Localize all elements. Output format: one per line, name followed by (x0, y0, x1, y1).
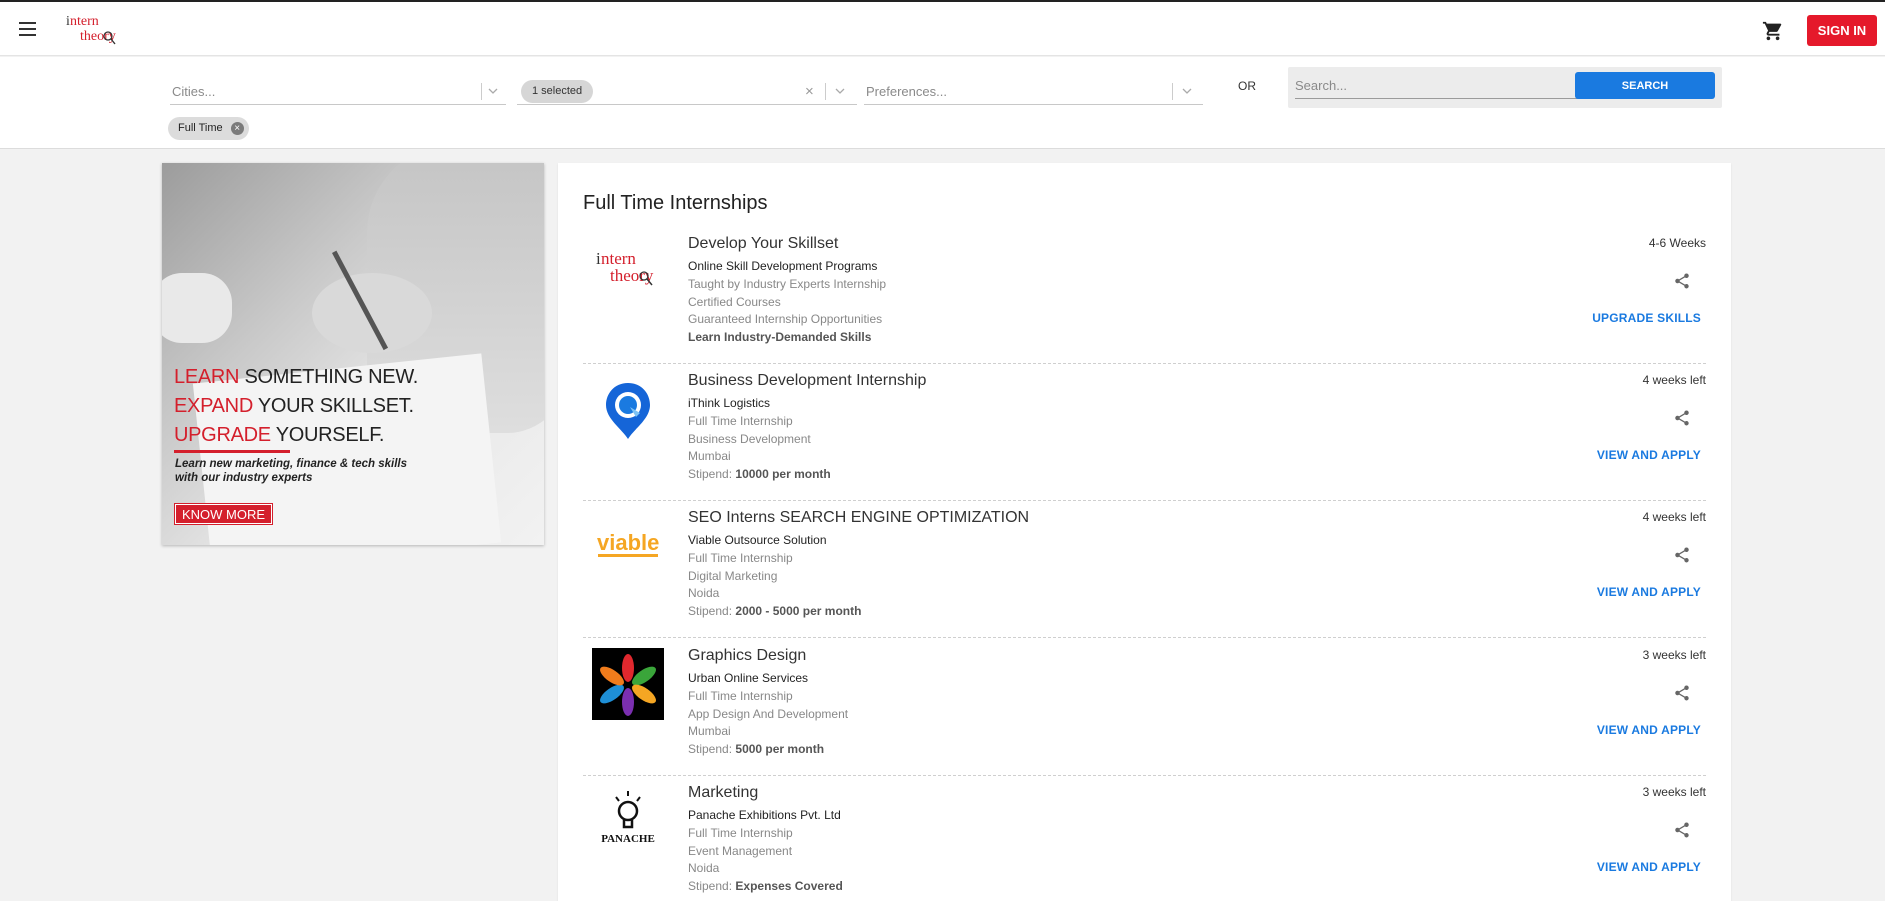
sign-in-button[interactable]: SIGN IN (1807, 15, 1877, 46)
filter-bar: Cities... 1 selected × Preferences... OR… (0, 57, 1885, 149)
card-location: Mumbai (688, 724, 731, 738)
card-company: Online Skill Development Programs (688, 259, 878, 273)
card-location: Mumbai (688, 449, 731, 463)
promo-banner[interactable]: LEARN SOMETHING NEW. EXPAND YOUR SKILLSE… (162, 163, 544, 545)
internship-card[interactable]: Graphics Design Urban Online Services Fu… (583, 638, 1706, 776)
view-and-apply-button[interactable]: VIEW AND APPLY (1597, 585, 1701, 599)
card-location: Noida (688, 861, 720, 875)
card-detail: Guaranteed Internship Opportunities (688, 312, 883, 326)
promo-underline (174, 450, 290, 453)
search-input[interactable] (1295, 72, 1581, 99)
card-company: Viable Outsource Solution (688, 533, 827, 547)
or-label: OR (1238, 79, 1256, 93)
search-button[interactable]: SEARCH (1575, 72, 1715, 99)
panache-logo: PANACHE (601, 791, 655, 845)
svg-text:ntern: ntern (70, 14, 99, 29)
upgrade-skills-button[interactable]: UPGRADE SKILLS (1592, 311, 1701, 325)
card-title[interactable]: Graphics Design (688, 647, 806, 665)
share-icon[interactable] (1673, 821, 1691, 839)
card-category: Business Development (688, 432, 811, 446)
viable-logo: viable (597, 530, 659, 557)
intern-theory-logo[interactable]: i ntern theory (64, 10, 130, 48)
separator (481, 83, 482, 100)
card-company: Urban Online Services (688, 671, 809, 685)
hand-graphic (312, 273, 432, 353)
card-duration: 4 weeks left (1642, 373, 1706, 387)
chip-remove-icon[interactable]: × (230, 122, 244, 135)
selected-count-chip: 1 selected (521, 80, 594, 103)
card-company: iThink Logistics (688, 396, 771, 410)
svg-text:theory: theory (80, 29, 116, 44)
card-detail: Taught by Industry Experts Internship (688, 277, 887, 291)
coffee-cup-graphic (162, 273, 232, 343)
card-duration: 4-6 Weeks (1648, 236, 1706, 250)
chevron-down-icon[interactable] (833, 84, 847, 98)
card-location: Noida (688, 586, 720, 600)
internship-card[interactable]: PANACHE Marketing Panache Exhibitions Pv… (583, 775, 1706, 901)
card-type: Full Time Internship (688, 551, 793, 565)
share-icon[interactable] (1673, 272, 1691, 290)
cities-placeholder: Cities... (172, 84, 216, 99)
cities-select[interactable]: Cities... (170, 77, 506, 105)
separator (825, 83, 826, 100)
know-more-button[interactable]: KNOW MORE (173, 503, 274, 525)
internship-card[interactable]: i ntern theory Develop Your Skillset Onl… (583, 226, 1706, 364)
promo-line-3: UPGRADE YOURSELF. (174, 424, 385, 446)
view-and-apply-button[interactable]: VIEW AND APPLY (1597, 723, 1701, 737)
card-title[interactable]: Marketing (688, 784, 758, 802)
card-stipend: Stipend: 10000 per month (688, 467, 831, 481)
chevron-down-icon[interactable] (486, 84, 500, 98)
card-category: App Design And Development (688, 707, 849, 721)
card-type: Full Time Internship (688, 689, 793, 703)
card-duration: 3 weeks left (1642, 648, 1706, 662)
card-type: Full Time Internship (688, 826, 793, 840)
card-title[interactable]: SEO Interns SEARCH ENGINE OPTIMIZATION (688, 509, 1029, 527)
internship-card[interactable]: Business Development Internship iThink L… (583, 363, 1706, 501)
view-and-apply-button[interactable]: VIEW AND APPLY (1597, 860, 1701, 874)
hamburger-icon[interactable] (19, 22, 36, 36)
cart-icon[interactable] (1762, 20, 1784, 42)
internship-type-select[interactable]: 1 selected × (517, 77, 857, 105)
intern-theory-logo: i ntern theory (596, 249, 654, 286)
separator (1172, 83, 1173, 100)
svg-text:viable: viable (597, 530, 659, 555)
preferences-select[interactable]: Preferences... (864, 77, 1203, 105)
listing-title: Full Time Internships (583, 192, 768, 214)
card-detail: Certified Courses (688, 295, 781, 309)
internship-listing: Full Time Internships i ntern theory Dev… (558, 163, 1731, 901)
card-title[interactable]: Develop Your Skillset (688, 235, 838, 253)
card-duration: 4 weeks left (1642, 510, 1706, 524)
top-app-bar: i ntern theory SIGN IN (0, 0, 1885, 56)
svg-text:PANACHE: PANACHE (601, 833, 655, 845)
chevron-down-icon[interactable] (1180, 84, 1194, 98)
search-box: SEARCH (1288, 67, 1722, 108)
share-icon[interactable] (1673, 409, 1691, 427)
share-icon[interactable] (1673, 684, 1691, 702)
full-time-chip[interactable]: Full Time × (168, 117, 249, 140)
share-icon[interactable] (1673, 546, 1691, 564)
clear-icon[interactable]: × (805, 83, 814, 100)
card-title[interactable]: Business Development Internship (688, 372, 926, 390)
card-category: Digital Marketing (688, 569, 778, 583)
promo-subtext: Learn new marketing, finance & tech skil… (175, 458, 407, 484)
card-type: Full Time Internship (688, 414, 793, 428)
card-category: Event Management (688, 844, 793, 858)
card-stipend: Stipend: 5000 per month (688, 742, 825, 756)
card-duration: 3 weeks left (1642, 785, 1706, 799)
promo-line-2: EXPAND YOUR SKILLSET. (174, 395, 414, 417)
card-stipend: Stipend: 2000 - 5000 per month (688, 604, 862, 618)
internship-card[interactable]: viable SEO Interns SEARCH ENGINE OPTIMIZ… (583, 500, 1706, 638)
card-company: Panache Exhibitions Pvt. Ltd (688, 808, 841, 822)
ithink-logistics-logo (606, 383, 650, 439)
chip-label: Full Time (178, 122, 223, 134)
card-stipend: Stipend: Expenses Covered (688, 879, 843, 893)
view-and-apply-button[interactable]: VIEW AND APPLY (1597, 448, 1701, 462)
preferences-placeholder: Preferences... (866, 84, 947, 99)
urban-online-logo (592, 648, 664, 720)
card-detail-bold: Learn Industry-Demanded Skills (688, 330, 872, 344)
promo-line-1: LEARN SOMETHING NEW. (174, 366, 419, 388)
